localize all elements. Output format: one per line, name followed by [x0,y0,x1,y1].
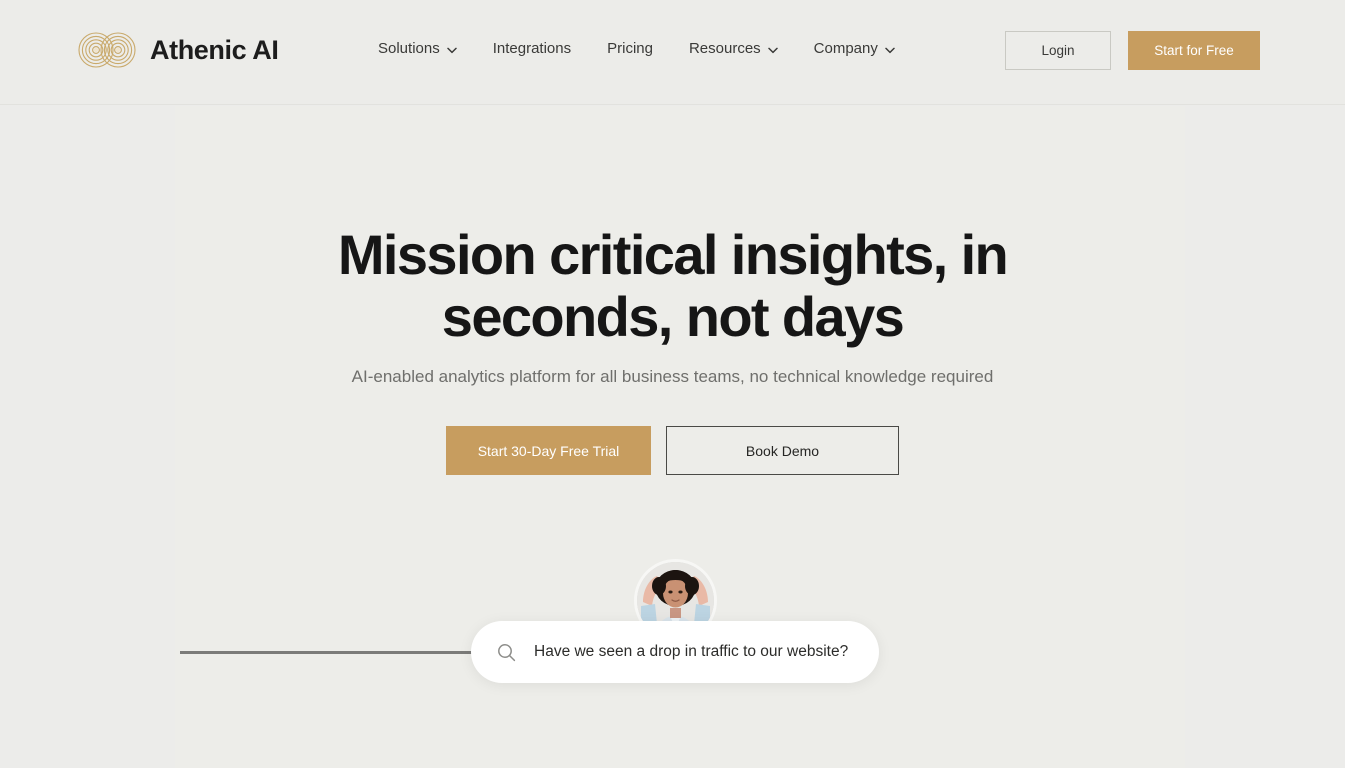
site-header: Athenic AI Solutions Integrations Pricin… [0,0,1345,105]
nav-item-label: Integrations [492,40,572,57]
nav-item-label: Solutions [378,40,440,57]
main-navigation: Solutions Integrations Pricing Resources… [360,36,913,61]
header-actions: Login Start for Free [1005,31,1260,70]
page-title: Mission critical insights, in seconds, n… [337,223,1009,348]
chevron-down-icon [446,40,457,57]
search-query-text: Have we seen a drop in traffic to our we… [534,643,849,660]
hero-cta-row: Start 30-Day Free Trial Book Demo [0,426,1345,475]
nav-item-label: Company [813,40,878,57]
search-bar[interactable]: Have we seen a drop in traffic to our we… [471,621,879,683]
search-icon [497,643,516,662]
timeline-divider [180,651,492,654]
nav-item-label: Resources [688,40,761,57]
nav-item-company[interactable]: Company [796,36,913,61]
chevron-down-icon [767,40,778,57]
nav-item-resources[interactable]: Resources [671,36,796,61]
login-button[interactable]: Login [1005,31,1111,70]
brand-name: Athenic AI [150,34,279,65]
nav-item-integrations[interactable]: Integrations [475,36,589,61]
start-for-free-button[interactable]: Start for Free [1128,31,1260,70]
nav-item-label: Pricing [607,40,653,57]
hero-subtitle: AI-enabled analytics platform for all bu… [351,367,994,386]
nav-item-solutions[interactable]: Solutions [360,36,475,61]
book-demo-button[interactable]: Book Demo [666,426,899,475]
brand-logo[interactable]: Athenic AI [78,27,279,73]
chevron-down-icon [885,40,895,57]
hero-section: Mission critical insights, in seconds, n… [0,106,1345,768]
nav-item-pricing[interactable]: Pricing [589,36,671,61]
start-free-trial-button[interactable]: Start 30-Day Free Trial [446,426,651,475]
infinity-rings-logo-icon [78,30,136,70]
